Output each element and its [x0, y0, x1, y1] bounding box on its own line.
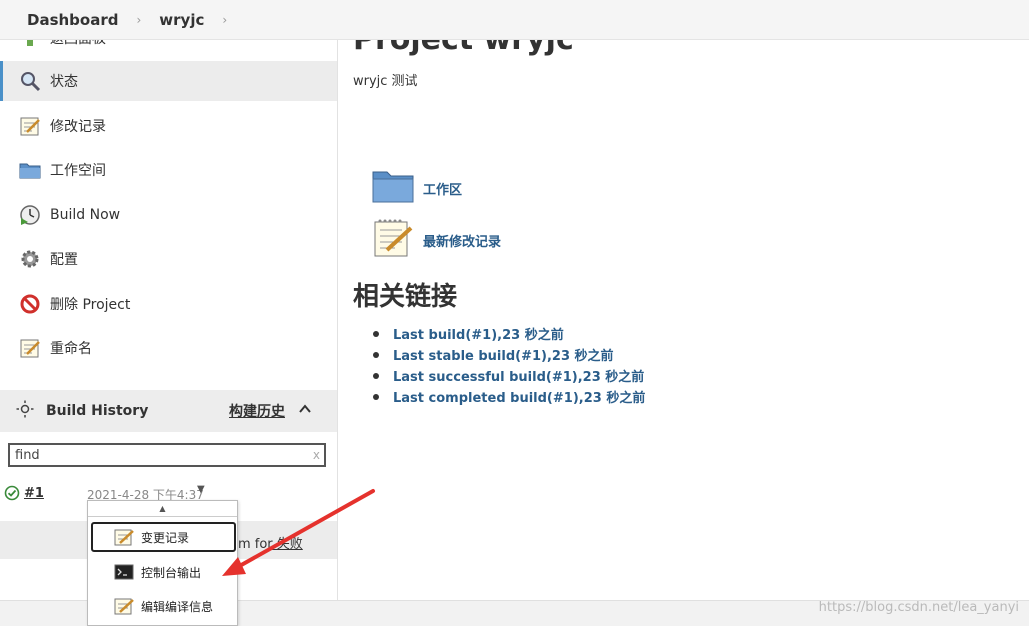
- breadcrumb: Dashboard › wryjc ›: [0, 0, 1029, 40]
- sidebar-item-label: 工作空间: [50, 163, 106, 179]
- folder-icon: [18, 158, 42, 182]
- menu-item-label: 变更记录: [141, 530, 190, 545]
- build-history-title: Build History: [46, 403, 149, 419]
- sidebar-item-delete-project[interactable]: 删除 Project: [0, 284, 337, 324]
- breadcrumb-project[interactable]: wryjc: [159, 11, 204, 29]
- sidebar-item-workspace[interactable]: 工作空间: [0, 150, 337, 190]
- build-number-link[interactable]: #1: [24, 486, 44, 501]
- gear-icon: [18, 247, 42, 271]
- build-search-input[interactable]: [15, 447, 295, 463]
- notepad-icon: [113, 527, 135, 547]
- sun-icon: [16, 400, 34, 422]
- related-links-list: Last build(#1),23 秒之前 Last stable build(…: [373, 323, 645, 407]
- last-successful-build-link[interactable]: Last successful build(#1),23 秒之前: [373, 365, 645, 386]
- menu-item-label: 控制台输出: [141, 565, 202, 580]
- build-history-header: Build History 构建历史: [0, 390, 337, 432]
- sidebar-item-status[interactable]: 状态: [0, 61, 337, 101]
- feed-text: om for 失败: [230, 537, 303, 552]
- build-search-field[interactable]: x: [8, 443, 326, 467]
- recent-changes-link-row[interactable]: 最新修改记录: [371, 216, 501, 264]
- menu-item-console-output[interactable]: 控制台输出: [91, 557, 236, 587]
- recent-changes-link[interactable]: 最新修改记录: [423, 231, 501, 250]
- build-context-menu: ▲ 变更记录 控制台输出 编辑编译信息: [87, 500, 238, 626]
- no-entry-icon: [18, 292, 42, 316]
- caret-down-icon[interactable]: ▼: [197, 484, 205, 495]
- success-check-icon: [4, 485, 20, 505]
- notepad-icon: [18, 336, 42, 360]
- main-panel: Project wryjc wryjc 测试 工作区 最新修改记录 相关链接 L…: [339, 0, 1029, 600]
- collapse-icon[interactable]: [298, 402, 312, 420]
- feed-failed-link[interactable]: r 失败: [267, 537, 302, 552]
- sidebar-item-label: Build Now: [50, 207, 121, 223]
- workspace-link[interactable]: 工作区: [423, 179, 462, 198]
- sidebar-item-configure[interactable]: 配置: [0, 239, 337, 279]
- related-links-title: 相关链接: [353, 282, 458, 312]
- last-completed-build-link[interactable]: Last completed build(#1),23 秒之前: [373, 386, 645, 407]
- project-description: wryjc 测试: [353, 74, 418, 89]
- breadcrumb-separator: ›: [136, 12, 142, 27]
- menu-item-label: 编辑编译信息: [141, 599, 214, 614]
- notepad-icon: [371, 216, 415, 264]
- notepad-icon: [113, 596, 135, 616]
- clear-search-button[interactable]: x: [313, 448, 320, 462]
- menu-item-edit-build-info[interactable]: 编辑编译信息: [91, 591, 236, 621]
- build-trend-link[interactable]: 构建历史: [229, 401, 285, 421]
- clock-build-icon: [18, 203, 42, 227]
- sidebar-item-label: 修改记录: [50, 119, 106, 135]
- watermark-text: https://blog.csdn.net/lea_yanyi: [818, 600, 1019, 615]
- sidebar-item-build-now[interactable]: Build Now: [0, 195, 337, 235]
- sidebar-item-label: 重命名: [50, 341, 92, 357]
- sidebar-item-label: 删除 Project: [50, 297, 131, 313]
- notepad-icon: [18, 114, 42, 138]
- sidebar-item-label: 配置: [50, 252, 78, 268]
- last-build-link[interactable]: Last build(#1),23 秒之前: [373, 323, 645, 344]
- search-icon: [18, 69, 42, 93]
- menu-item-changes[interactable]: 变更记录: [91, 522, 236, 552]
- folder-icon: [371, 166, 415, 210]
- breadcrumb-separator[interactable]: ›: [222, 13, 227, 27]
- last-stable-build-link[interactable]: Last stable build(#1),23 秒之前: [373, 344, 645, 365]
- terminal-icon: [113, 562, 135, 582]
- sidebar-item-label: 状态: [50, 74, 78, 90]
- breadcrumb-dashboard[interactable]: Dashboard: [27, 11, 118, 29]
- sidebar-item-changes[interactable]: 修改记录: [0, 106, 337, 146]
- menu-scroll-up-icon[interactable]: ▲: [88, 501, 237, 517]
- sidebar-item-rename[interactable]: 重命名: [0, 328, 337, 368]
- workspace-link-row[interactable]: 工作区: [371, 166, 462, 210]
